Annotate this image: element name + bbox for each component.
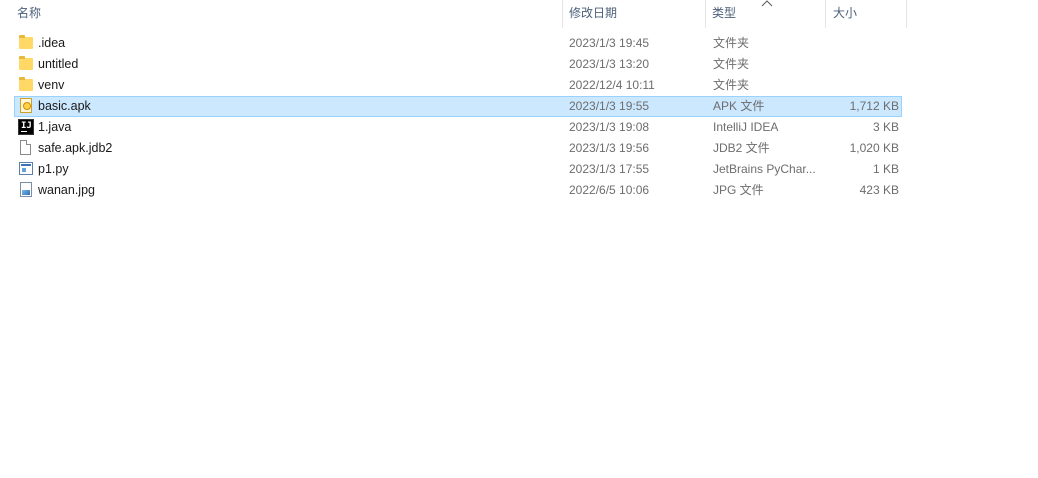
generic-file-icon — [18, 140, 34, 156]
folder-icon — [18, 77, 34, 93]
file-date: 2023/1/3 13:20 — [569, 57, 650, 71]
column-header-size-label: 大小 — [833, 6, 858, 20]
file-row[interactable]: venv 2022/12/4 10:11 文件夹 — [14, 75, 902, 96]
file-date: 2023/1/3 17:55 — [569, 162, 650, 176]
file-name: .idea — [38, 36, 66, 50]
file-type: 文件夹 — [713, 57, 750, 71]
column-header-name[interactable]: 名称 — [11, 0, 563, 28]
file-size — [827, 34, 899, 53]
file-row[interactable]: IJ 1.java 2023/1/3 19:08 IntelliJ IDEA 3 KB — [14, 117, 902, 138]
column-header-name-label: 名称 — [17, 6, 42, 20]
file-type: 文件夹 — [713, 78, 750, 92]
file-date: 2023/1/3 19:45 — [569, 36, 650, 50]
file-row[interactable]: safe.apk.jdb2 2023/1/3 19:56 JDB2 文件 1,020 … — [14, 138, 902, 159]
file-name: venv — [38, 78, 65, 92]
file-row[interactable]: p1.py 2023/1/3 17:55 JetBrains PyChar... 1 … — [14, 159, 902, 180]
file-explorer: 名称 修改日期 类型 大小 .idea 2023/1/3 19:45 文件夹 unti… — [0, 0, 1038, 478]
file-date: 2023/1/3 19:55 — [569, 99, 650, 113]
folder-icon — [18, 35, 34, 51]
file-type: 文件夹 — [713, 36, 750, 50]
file-size — [827, 76, 899, 95]
file-date: 2023/1/3 19:08 — [569, 120, 650, 134]
file-name: p1.py — [38, 162, 69, 176]
file-size: 1,712 KB — [849, 99, 899, 113]
column-header-date[interactable]: 修改日期 — [563, 0, 706, 28]
file-type: IntelliJ IDEA — [713, 120, 779, 134]
file-type: JDB2 文件 — [713, 141, 770, 155]
file-name: 1.java — [38, 120, 72, 134]
file-type: JetBrains PyChar... — [713, 162, 816, 176]
column-header-size[interactable]: 大小 — [826, 0, 907, 28]
image-file-icon — [18, 182, 34, 198]
file-name: wanan.jpg — [38, 183, 95, 197]
column-header-type-label: 类型 — [712, 6, 737, 20]
file-row[interactable]: wanan.jpg 2022/6/5 10:06 JPG 文件 423 KB — [14, 180, 902, 201]
column-header-date-label: 修改日期 — [569, 6, 618, 20]
file-size: 1 KB — [872, 162, 899, 176]
file-name: basic.apk — [38, 99, 91, 113]
file-size — [827, 55, 899, 74]
file-date: 2023/1/3 19:56 — [569, 141, 650, 155]
column-header-bar: 名称 修改日期 类型 大小 — [0, 0, 907, 28]
file-row[interactable]: .idea 2023/1/3 19:45 文件夹 — [14, 33, 902, 54]
folder-icon — [18, 56, 34, 72]
file-type: APK 文件 — [713, 99, 765, 113]
apk-file-icon — [18, 98, 34, 114]
python-file-icon — [18, 161, 34, 177]
file-size: 3 KB — [872, 120, 899, 134]
file-date: 2022/12/4 10:11 — [569, 78, 655, 92]
file-row[interactable]: basic.apk 2023/1/3 19:55 APK 文件 1,712 KB — [14, 96, 902, 117]
sort-ascending-icon — [761, 0, 773, 7]
file-date: 2022/6/5 10:06 — [569, 183, 650, 197]
intellij-icon: IJ — [18, 119, 34, 135]
file-row[interactable]: untitled 2023/1/3 13:20 文件夹 — [14, 54, 902, 75]
file-size: 1,020 KB — [849, 141, 899, 155]
file-size: 423 KB — [859, 183, 899, 197]
file-name: untitled — [38, 57, 79, 71]
file-name: safe.apk.jdb2 — [38, 141, 113, 155]
file-type: JPG 文件 — [713, 183, 764, 197]
